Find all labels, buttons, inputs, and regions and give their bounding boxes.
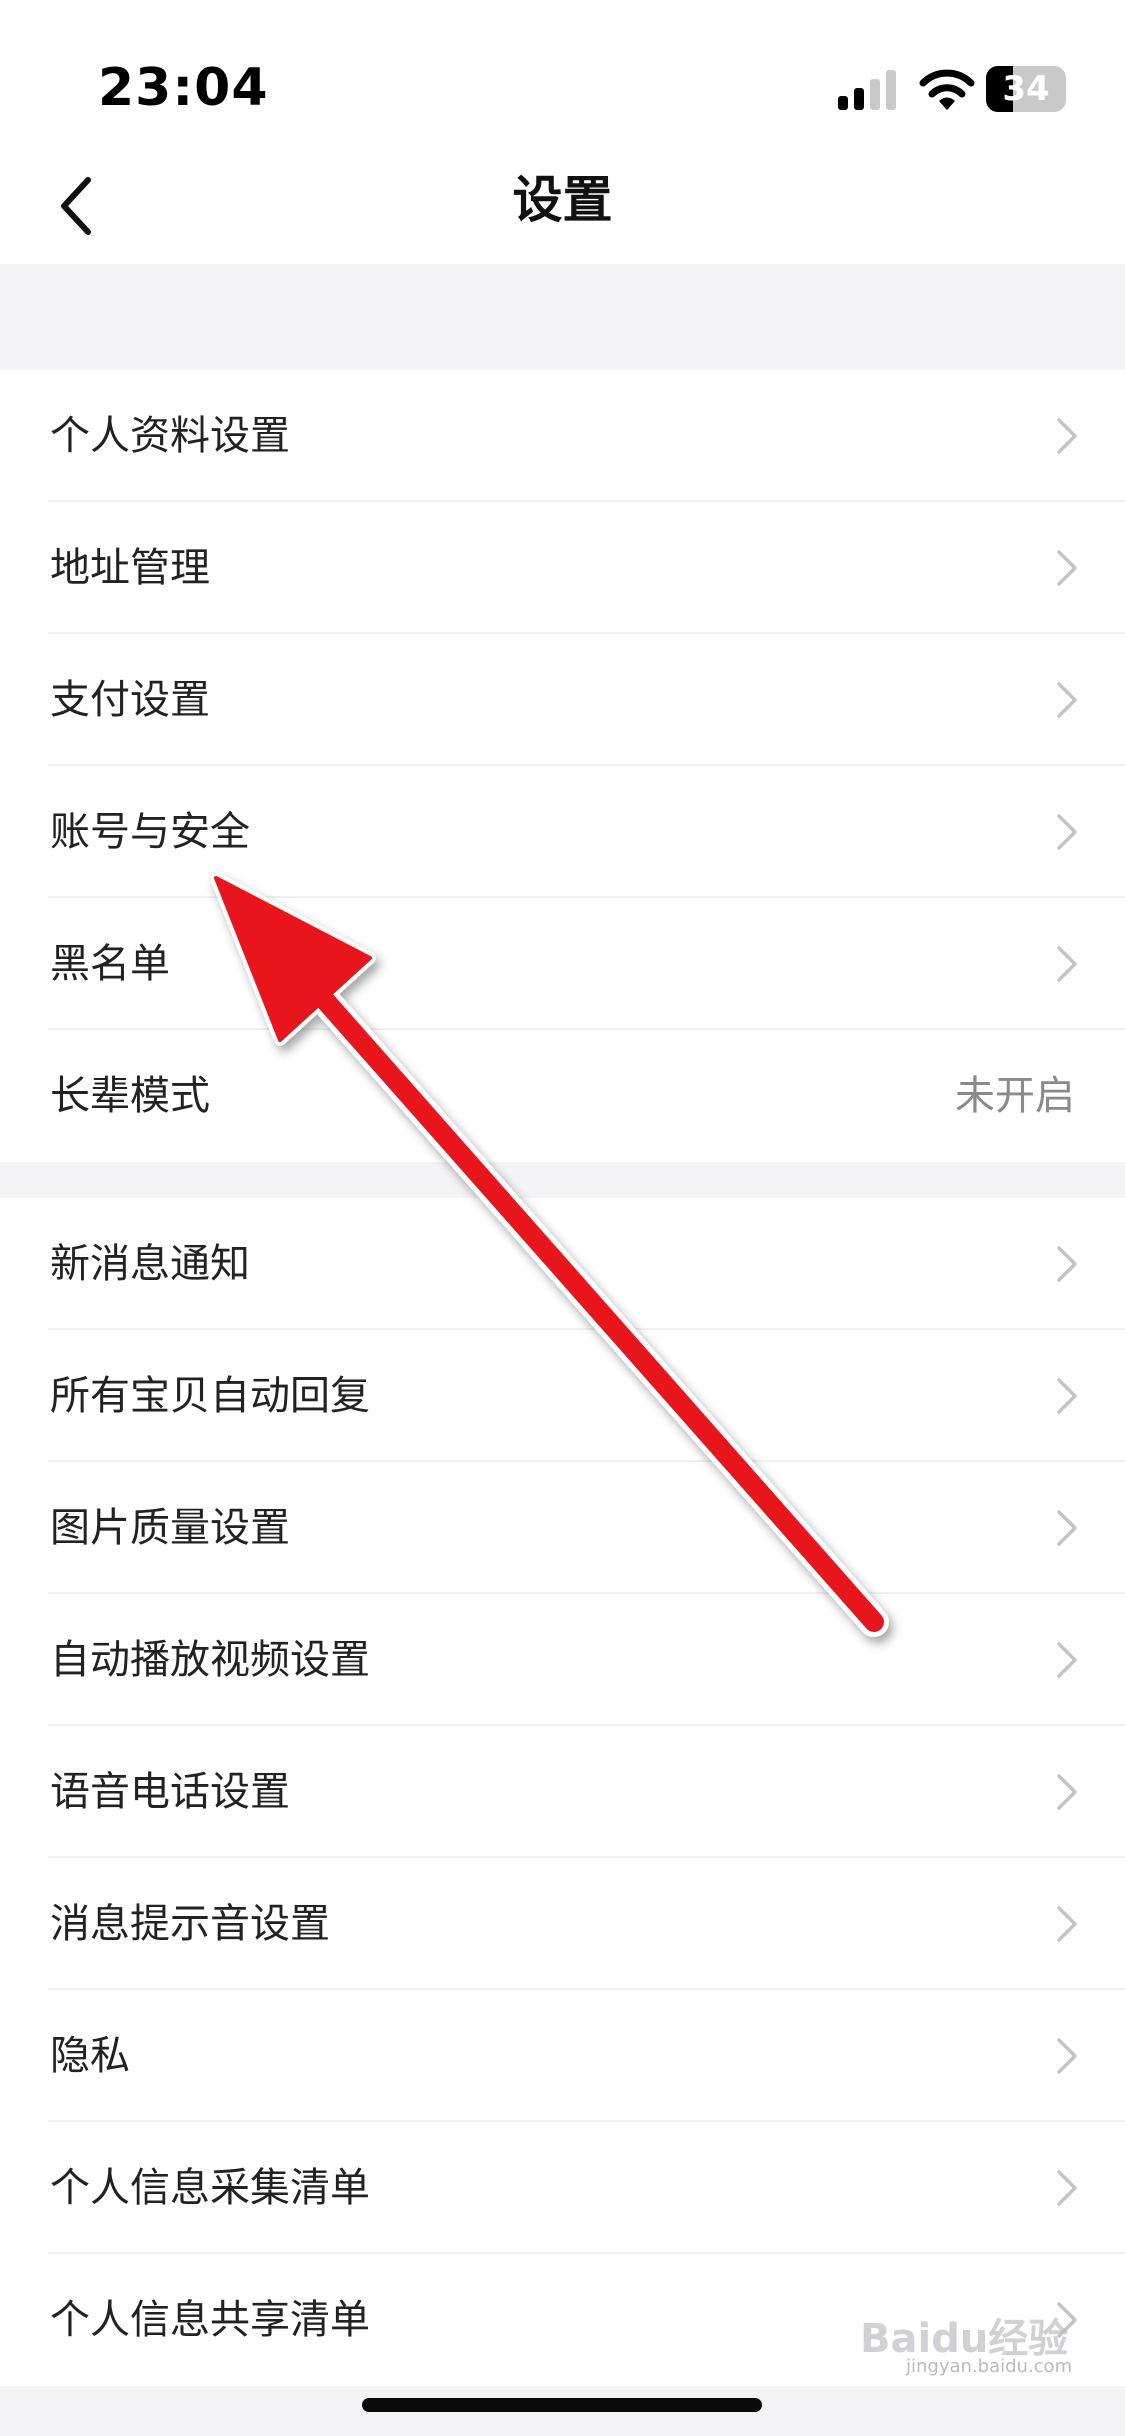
chevron-right-icon [1057, 946, 1077, 982]
section-gap [0, 1162, 1125, 1198]
battery-level: 34 [1002, 69, 1050, 109]
settings-row-payment[interactable]: 支付设置 [0, 634, 1125, 766]
settings-row-account-security[interactable]: 账号与安全 [0, 766, 1125, 898]
cellular-signal-icon [838, 70, 896, 110]
chevron-right-icon [1057, 1642, 1077, 1678]
settings-row-label: 隐私 [50, 2033, 130, 2079]
settings-row-label: 语音电话设置 [50, 1769, 290, 1815]
settings-row-label: 个人资料设置 [50, 413, 290, 459]
settings-row-voice-call[interactable]: 语音电话设置 [0, 1726, 1125, 1858]
settings-row-label: 支付设置 [50, 677, 210, 723]
settings-row-address[interactable]: 地址管理 [0, 502, 1125, 634]
chevron-right-icon [1057, 1510, 1077, 1546]
chevron-right-icon [1057, 418, 1077, 454]
chevron-right-icon [1057, 2170, 1077, 2206]
chevron-right-icon [1057, 682, 1077, 718]
settings-row-label: 新消息通知 [50, 1241, 250, 1287]
settings-row-image-quality[interactable]: 图片质量设置 [0, 1462, 1125, 1594]
chevron-right-icon [1057, 550, 1077, 586]
settings-row-profile[interactable]: 个人资料设置 [0, 370, 1125, 502]
settings-row-message-sound[interactable]: 消息提示音设置 [0, 1858, 1125, 1990]
settings-row-new-message-notification[interactable]: 新消息通知 [0, 1198, 1125, 1330]
settings-row-info-collection-list[interactable]: 个人信息采集清单 [0, 2122, 1125, 2254]
settings-group-general: 新消息通知 所有宝贝自动回复 图片质量设置 自动播放视频设置 语音电话设置 消息… [0, 1198, 1125, 2386]
chevron-right-icon [1057, 1246, 1077, 1282]
elder-mode-status: 未开启 [955, 1073, 1075, 1119]
settings-row-label: 个人信息共享清单 [50, 2297, 370, 2343]
status-time: 23:04 [98, 58, 269, 118]
wifi-icon [919, 69, 975, 110]
page-title: 设置 [512, 171, 613, 229]
settings-row-privacy[interactable]: 隐私 [0, 1990, 1125, 2122]
settings-row-autoplay-video[interactable]: 自动播放视频设置 [0, 1594, 1125, 1726]
chevron-right-icon [1057, 1378, 1077, 1414]
section-gap [0, 264, 1125, 370]
settings-row-blacklist[interactable]: 黑名单 [0, 898, 1125, 1030]
chevron-right-icon [1057, 1774, 1077, 1810]
settings-row-label: 自动播放视频设置 [50, 1637, 370, 1683]
settings-row-label: 账号与安全 [50, 809, 250, 855]
settings-row-label: 图片质量设置 [50, 1505, 290, 1551]
status-bar: 23:04 34 [0, 0, 1125, 150]
settings-row-label: 长辈模式 [50, 1073, 210, 1119]
battery-icon: 34 [986, 66, 1066, 112]
chevron-right-icon [1057, 2038, 1077, 2074]
chevron-right-icon [1057, 814, 1077, 850]
settings-group-account: 个人资料设置 地址管理 支付设置 账号与安全 黑名单 长辈模式 未开启 [0, 370, 1125, 1162]
settings-row-label: 消息提示音设置 [50, 1901, 330, 1947]
chevron-right-icon [1057, 1906, 1077, 1942]
settings-row-label: 黑名单 [50, 941, 170, 987]
settings-row-elder-mode[interactable]: 长辈模式 未开启 [0, 1030, 1125, 1162]
settings-row-label: 个人信息采集清单 [50, 2165, 370, 2211]
watermark-logo: Baidu经验 jingyan.baidu.com [860, 2300, 1090, 2380]
settings-row-label: 地址管理 [50, 545, 210, 591]
settings-row-label: 所有宝贝自动回复 [50, 1373, 370, 1419]
nav-bar: 设置 [0, 150, 1125, 264]
watermark-url: jingyan.baidu.com [906, 2356, 1073, 2377]
settings-row-auto-reply[interactable]: 所有宝贝自动回复 [0, 1330, 1125, 1462]
home-indicator[interactable] [362, 2398, 762, 2412]
